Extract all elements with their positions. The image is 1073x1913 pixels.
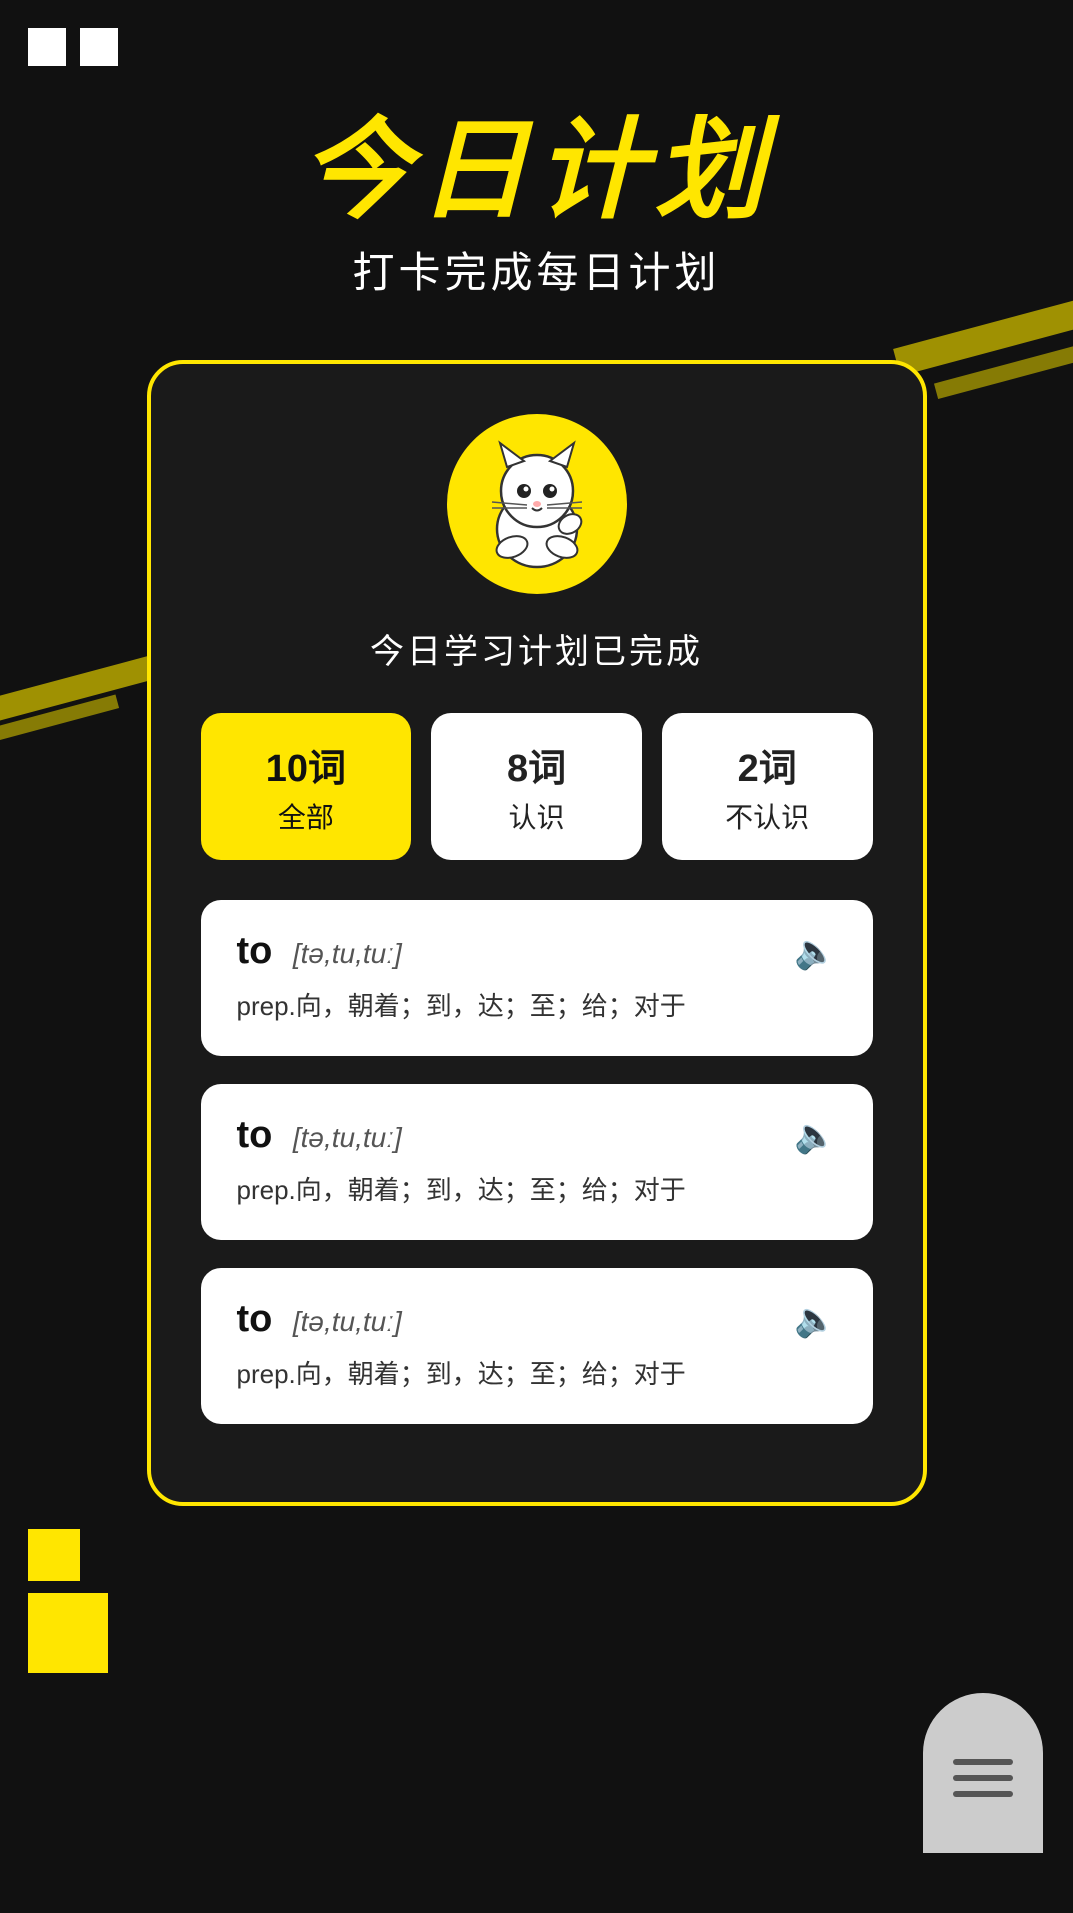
word-phonetic-2: [tə,tu,tuː] <box>293 1122 402 1153</box>
mic-body <box>923 1693 1043 1853</box>
yellow-square-small <box>28 1529 80 1581</box>
status-bar <box>28 28 118 66</box>
avatar-wrapper <box>201 414 873 594</box>
status-square-1 <box>28 28 66 66</box>
stat-known-label: 认识 <box>441 796 632 836</box>
word-definition-1: prep.向，朝着；到，达；至；给；对于 <box>237 987 837 1026</box>
stats-row: 10词 全部 8词 认识 2词 不认识 <box>201 713 873 860</box>
mic-line-2 <box>953 1775 1013 1781</box>
word-english-phonetic-2: to [tə,tu,tuː] <box>237 1114 402 1157</box>
word-english-phonetic-3: to [tə,tu,tuː] <box>237 1298 402 1341</box>
word-row-2: to [tə,tu,tuː] 🔈 <box>237 1114 837 1157</box>
stat-known-num: 8词 <box>441 737 632 792</box>
stat-all-label: 全部 <box>211 796 402 836</box>
stat-unknown-num: 2词 <box>672 737 863 792</box>
completion-text: 今日学习计划已完成 <box>201 624 873 673</box>
page-header: 今日计划 打卡完成每日计划 <box>0 0 1073 300</box>
sound-icon-2[interactable]: 🔈 <box>794 1116 836 1156</box>
word-card-3: to [tə,tu,tuː] 🔈 prep.向，朝着；到，达；至；给；对于 <box>201 1268 873 1424</box>
microphone-decoration <box>893 1633 1073 1853</box>
mic-line-3 <box>953 1791 1013 1797</box>
word-card-2: to [tə,tu,tuː] 🔈 prep.向，朝着；到，达；至；给；对于 <box>201 1084 873 1240</box>
yellow-square-large <box>28 1593 108 1673</box>
word-phonetic-1: [tə,tu,tuː] <box>293 938 402 969</box>
word-row-3: to [tə,tu,tuː] 🔈 <box>237 1298 837 1341</box>
stat-unknown-label: 不认识 <box>672 796 863 836</box>
sound-icon-1[interactable]: 🔈 <box>794 932 836 972</box>
sound-icon-3[interactable]: 🔈 <box>794 1300 836 1340</box>
page-subtitle: 打卡完成每日计划 <box>0 239 1073 300</box>
bottom-squares <box>28 1529 108 1673</box>
stat-unknown-button[interactable]: 2词 不认识 <box>662 713 873 860</box>
status-square-2 <box>80 28 118 66</box>
mic-line-1 <box>953 1759 1013 1765</box>
word-english-1: to <box>237 930 273 972</box>
word-row-1: to [tə,tu,tuː] 🔈 <box>237 930 837 973</box>
page-title: 今日计划 <box>0 110 1073 231</box>
mic-lines <box>953 1759 1013 1797</box>
word-english-phonetic-1: to [tə,tu,tuː] <box>237 930 402 973</box>
avatar <box>447 414 627 594</box>
cat-illustration <box>462 429 612 579</box>
word-phonetic-3: [tə,tu,tuː] <box>293 1306 402 1337</box>
word-english-2: to <box>237 1114 273 1156</box>
word-card-1: to [tə,tu,tuː] 🔈 prep.向，朝着；到，达；至；给；对于 <box>201 900 873 1056</box>
stat-all-button[interactable]: 10词 全部 <box>201 713 412 860</box>
word-definition-3: prep.向，朝着；到，达；至；给；对于 <box>237 1355 837 1394</box>
main-card: 今日学习计划已完成 10词 全部 8词 认识 2词 不认识 to [tə,tu,… <box>147 360 927 1506</box>
stat-known-button[interactable]: 8词 认识 <box>431 713 642 860</box>
word-english-3: to <box>237 1298 273 1340</box>
stat-all-num: 10词 <box>211 737 402 792</box>
word-definition-2: prep.向，朝着；到，达；至；给；对于 <box>237 1171 837 1210</box>
